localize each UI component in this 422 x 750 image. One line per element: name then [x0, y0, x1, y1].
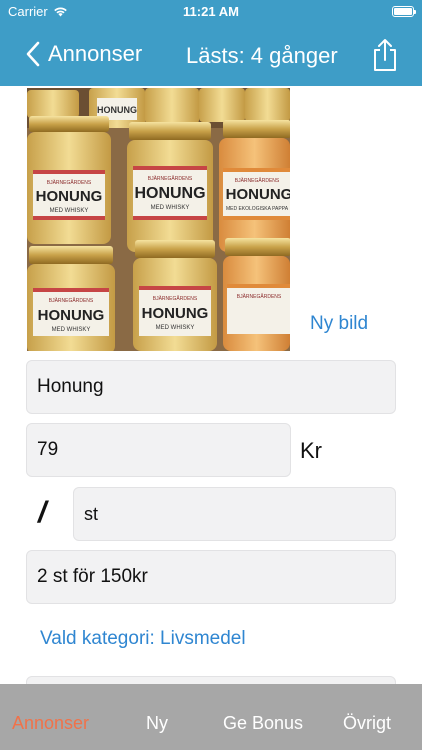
description-field[interactable]: [26, 676, 396, 684]
tab-bar: Annonser Ny Ge Bonus Övrigt: [0, 684, 422, 750]
tab-annonser[interactable]: Annonser: [12, 713, 89, 734]
svg-text:MED WHISKY: MED WHISKY: [52, 327, 91, 333]
jar-label: HONUNG: [97, 105, 137, 115]
jar: BJÄRNEGÅRDENS HONUNG MED EKOLOGISKA PAPP…: [219, 120, 290, 252]
svg-text:BJÄRNEGÅRDENS: BJÄRNEGÅRDENS: [237, 293, 282, 300]
battery-icon: [392, 6, 416, 17]
svg-text:MED EKOLOGISKA PAPPA: MED EKOLOGISKA PAPPA: [226, 206, 289, 212]
product-name-field[interactable]: Honung: [26, 360, 396, 414]
jar: BJÄRNEGÅRDENS: [223, 238, 290, 351]
svg-text:MED WHISKY: MED WHISKY: [151, 205, 190, 211]
tab-ny[interactable]: Ny: [146, 713, 168, 734]
jar: BJÄRNEGÅRDENS HONUNG MED WHISKY: [27, 246, 115, 351]
svg-text:HONUNG: HONUNG: [226, 186, 290, 203]
navigation-bar: Annonser Lästs: 4 gånger: [0, 24, 422, 86]
ad-edit-form: HONUNG BJÄRNEGÅRDENS HONUNG MED WHISKY B…: [0, 86, 422, 684]
status-bar: Carrier 11:21 AM: [0, 0, 422, 24]
jar: BJÄRNEGÅRDENS HONUNG MED WHISKY: [27, 116, 111, 244]
back-button-label: Annonser: [48, 41, 143, 66]
product-photo[interactable]: HONUNG BJÄRNEGÅRDENS HONUNG MED WHISKY B…: [27, 88, 290, 351]
tab-ovrigt[interactable]: Övrigt: [343, 713, 391, 734]
jar: BJÄRNEGÅRDENS HONUNG MED WHISKY: [127, 122, 213, 252]
chevron-left-icon: [26, 41, 40, 67]
svg-text:MED WHISKY: MED WHISKY: [156, 325, 195, 331]
svg-text:HONUNG: HONUNG: [142, 305, 209, 322]
per-unit-separator: /: [38, 496, 47, 529]
svg-text:HONUNG: HONUNG: [134, 185, 205, 202]
page-title: Lästs: 4 gånger: [186, 43, 338, 68]
svg-text:BJÄRNEGÅRDENS: BJÄRNEGÅRDENS: [148, 175, 193, 182]
unit-field[interactable]: st: [73, 487, 396, 541]
share-icon[interactable]: [371, 38, 399, 72]
status-time: 11:21 AM: [183, 4, 239, 19]
currency-label: Kr: [300, 438, 322, 463]
svg-text:HONUNG: HONUNG: [36, 188, 103, 205]
svg-text:BJÄRNEGÅRDENS: BJÄRNEGÅRDENS: [153, 295, 198, 302]
category-selector[interactable]: Vald kategori: Livsmedel: [40, 628, 246, 650]
tab-ge-bonus[interactable]: Ge Bonus: [223, 713, 303, 734]
svg-text:BJÄRNEGÅRDENS: BJÄRNEGÅRDENS: [49, 297, 94, 304]
back-button[interactable]: Annonser: [26, 41, 142, 67]
new-image-button[interactable]: Ny bild: [310, 313, 368, 335]
price-field[interactable]: 79: [26, 423, 291, 477]
svg-text:BJÄRNEGÅRDENS: BJÄRNEGÅRDENS: [47, 179, 92, 186]
svg-text:HONUNG: HONUNG: [38, 307, 105, 324]
svg-text:MED WHISKY: MED WHISKY: [50, 208, 89, 214]
jar: BJÄRNEGÅRDENS HONUNG MED WHISKY: [133, 240, 217, 351]
offer-field[interactable]: 2 st för 150kr: [26, 550, 396, 604]
svg-text:BJÄRNEGÅRDENS: BJÄRNEGÅRDENS: [235, 177, 280, 184]
